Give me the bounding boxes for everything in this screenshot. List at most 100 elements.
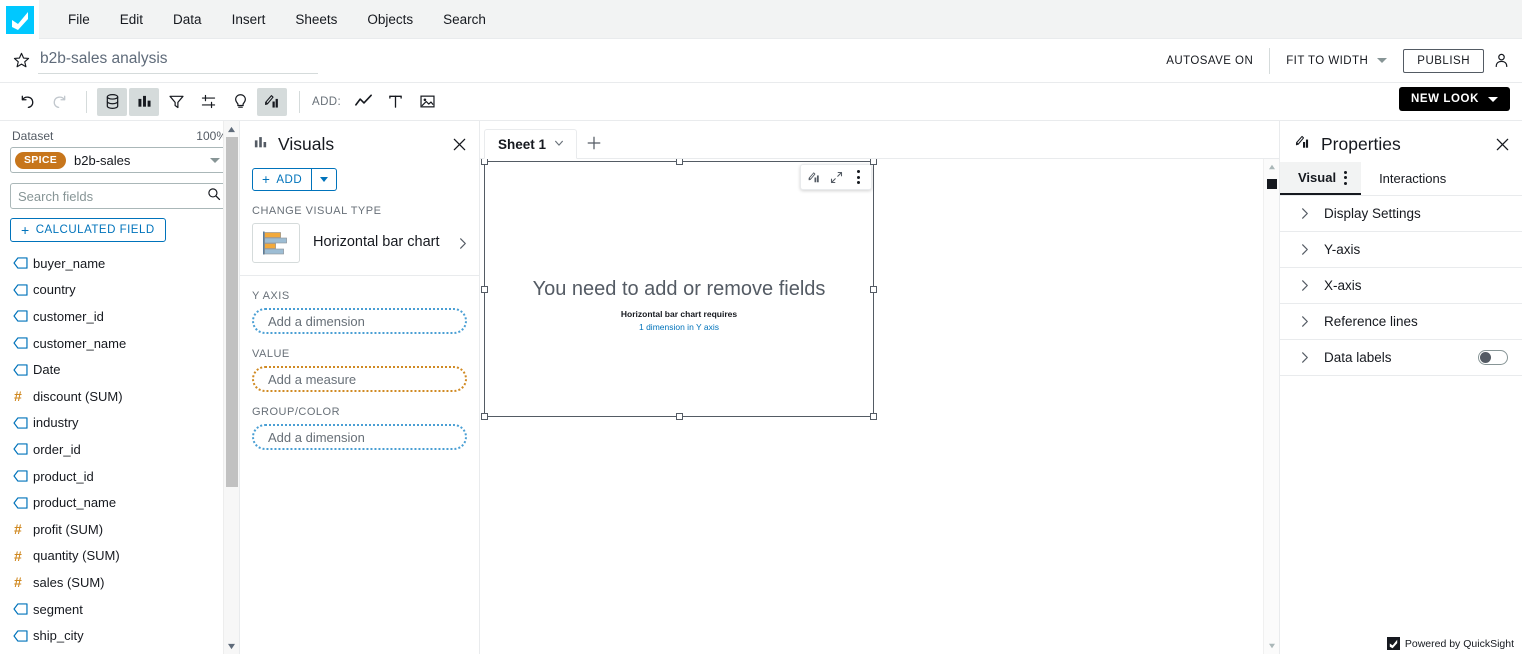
- property-row-display-settings[interactable]: Display Settings: [1280, 196, 1522, 232]
- add-visual-dropdown[interactable]: [312, 168, 338, 191]
- kebab-menu-icon[interactable]: [847, 165, 869, 189]
- field-item-profit[interactable]: # profit (SUM): [0, 516, 221, 543]
- group-color-field-well[interactable]: Add a dimension: [252, 424, 467, 450]
- properties-panel: Properties Visual Interactions Display S…: [1280, 121, 1522, 654]
- field-item-ship_city[interactable]: ship_city: [0, 622, 221, 649]
- add-calculated-field-button[interactable]: + CALCULATED FIELD: [10, 218, 166, 242]
- menu-item-search[interactable]: Search: [428, 0, 501, 39]
- undo-button[interactable]: [12, 88, 42, 116]
- canvas-scroll-thumb[interactable]: [1266, 179, 1277, 189]
- tab-visual[interactable]: Visual: [1280, 162, 1362, 195]
- field-item-country[interactable]: country: [0, 277, 221, 304]
- value-field-well[interactable]: Add a measure: [252, 366, 467, 392]
- dataset-scroll-thumb[interactable]: [225, 137, 238, 487]
- menu-item-sheets[interactable]: Sheets: [280, 0, 352, 39]
- field-item-discount[interactable]: # discount (SUM): [0, 383, 221, 410]
- property-row-reference-lines[interactable]: Reference lines: [1280, 304, 1522, 340]
- canvas-scrollbar[interactable]: [1263, 159, 1279, 654]
- visual-toolbar: [800, 164, 872, 190]
- user-icon[interactable]: [1484, 52, 1518, 69]
- chevron-down-icon[interactable]: [553, 137, 565, 152]
- menu-item-data[interactable]: Data: [158, 0, 217, 39]
- dataset-selector[interactable]: SPICE b2b-sales: [10, 147, 229, 173]
- visual-container[interactable]: You need to add or remove fields Horizon…: [481, 159, 877, 420]
- field-item-industry[interactable]: industry: [0, 410, 221, 437]
- app-logo[interactable]: [0, 0, 39, 39]
- chevron-right-icon[interactable]: [1298, 351, 1311, 364]
- resize-handle-middle-left[interactable]: [481, 285, 488, 293]
- chevron-right-icon[interactable]: [1298, 243, 1311, 256]
- close-icon[interactable]: [1495, 137, 1510, 152]
- search-fields-input[interactable]: [18, 188, 207, 204]
- parameters-button[interactable]: [193, 88, 223, 116]
- scroll-down-icon[interactable]: [1264, 638, 1280, 654]
- resize-handle-middle-right[interactable]: [870, 285, 877, 293]
- property-row-x-axis[interactable]: X-axis: [1280, 268, 1522, 304]
- chevron-right-icon[interactable]: [1298, 315, 1311, 328]
- change-visual-type-row[interactable]: Horizontal bar chart: [240, 223, 479, 263]
- resize-handle-bottom-right[interactable]: [870, 413, 877, 420]
- data-labels-toggle[interactable]: [1478, 350, 1508, 365]
- insights-button[interactable]: [225, 88, 255, 116]
- expand-icon[interactable]: [825, 165, 847, 189]
- field-item-product_name[interactable]: product_name: [0, 489, 221, 516]
- field-item-customer_id[interactable]: customer_id: [0, 303, 221, 330]
- menu-item-file[interactable]: File: [53, 0, 105, 39]
- field-item-quantity[interactable]: # quantity (SUM): [0, 543, 221, 570]
- visual-format-icon[interactable]: [803, 165, 825, 189]
- menu-item-objects[interactable]: Objects: [352, 0, 428, 39]
- field-item-sales[interactable]: # sales (SUM): [0, 569, 221, 596]
- chevron-right-icon[interactable]: [1298, 279, 1311, 292]
- chevron-right-icon[interactable]: [1298, 207, 1311, 220]
- sheet-canvas[interactable]: You need to add or remove fields Horizon…: [480, 159, 1279, 654]
- filter-button[interactable]: [161, 88, 191, 116]
- field-item-ship_mode[interactable]: ship_mode: [0, 649, 221, 654]
- field-item-buyer_name[interactable]: buyer_name: [0, 250, 221, 277]
- property-row-data-labels[interactable]: Data labels: [1280, 340, 1522, 376]
- change-visual-type-label: CHANGE VISUAL TYPE: [252, 205, 382, 217]
- dataset-scrollbar[interactable]: [223, 121, 239, 654]
- resize-handle-bottom-center[interactable]: [675, 413, 683, 420]
- fit-to-width-select[interactable]: FIT TO WIDTH: [1270, 48, 1395, 74]
- scroll-up-icon[interactable]: [224, 121, 240, 137]
- dataset-scroll-track[interactable]: [224, 137, 240, 638]
- dataset-header: Dataset 100%: [0, 121, 239, 147]
- y-axis-field-well[interactable]: Add a dimension: [252, 308, 467, 334]
- field-item-customer_name[interactable]: customer_name: [0, 330, 221, 357]
- redo-button[interactable]: [44, 88, 74, 116]
- visuals-panel-button[interactable]: [129, 87, 159, 116]
- resize-handle-top-center[interactable]: [675, 159, 683, 165]
- search-icon[interactable]: [207, 187, 221, 206]
- add-line-chart-button[interactable]: [348, 88, 378, 116]
- chevron-right-icon[interactable]: [456, 237, 469, 250]
- add-text-button[interactable]: [380, 88, 410, 116]
- field-item-segment[interactable]: segment: [0, 596, 221, 623]
- canvas-scroll-track[interactable]: [1264, 175, 1280, 638]
- add-visual-button[interactable]: + ADD: [252, 168, 313, 191]
- resize-handle-bottom-left[interactable]: [481, 413, 488, 420]
- format-visual-button[interactable]: [257, 87, 287, 116]
- close-icon[interactable]: [452, 137, 467, 152]
- data-panel-button[interactable]: [97, 87, 127, 116]
- field-item-order_id[interactable]: order_id: [0, 436, 221, 463]
- resize-handle-top-right[interactable]: [870, 159, 877, 165]
- property-row-y-axis[interactable]: Y-axis: [1280, 232, 1522, 268]
- publish-button[interactable]: PUBLISH: [1403, 48, 1484, 73]
- field-item-date[interactable]: Date: [0, 356, 221, 383]
- field-item-product_id[interactable]: product_id: [0, 463, 221, 490]
- menu-item-edit[interactable]: Edit: [105, 0, 158, 39]
- add-sheet-button[interactable]: [577, 128, 611, 158]
- tab-interactions[interactable]: Interactions: [1361, 162, 1460, 195]
- new-look-toggle[interactable]: NEW LOOK: [1398, 87, 1510, 111]
- resize-handle-top-left[interactable]: [481, 159, 488, 165]
- scroll-up-icon[interactable]: [1264, 159, 1280, 175]
- sheet-tab-sheet-1[interactable]: Sheet 1: [484, 129, 578, 159]
- quicksight-analysis-app: File Edit Data Insert Sheets Objects Sea…: [0, 0, 1522, 654]
- menu-item-insert[interactable]: Insert: [217, 0, 281, 39]
- analysis-title[interactable]: b2b-sales analysis: [38, 47, 318, 74]
- add-image-button[interactable]: [412, 88, 442, 116]
- scroll-down-icon[interactable]: [224, 638, 240, 654]
- visual-empty-requirement-link[interactable]: 1 dimension in Y axis: [485, 322, 873, 332]
- kebab-menu-icon[interactable]: [1344, 170, 1348, 185]
- star-icon[interactable]: [8, 52, 34, 69]
